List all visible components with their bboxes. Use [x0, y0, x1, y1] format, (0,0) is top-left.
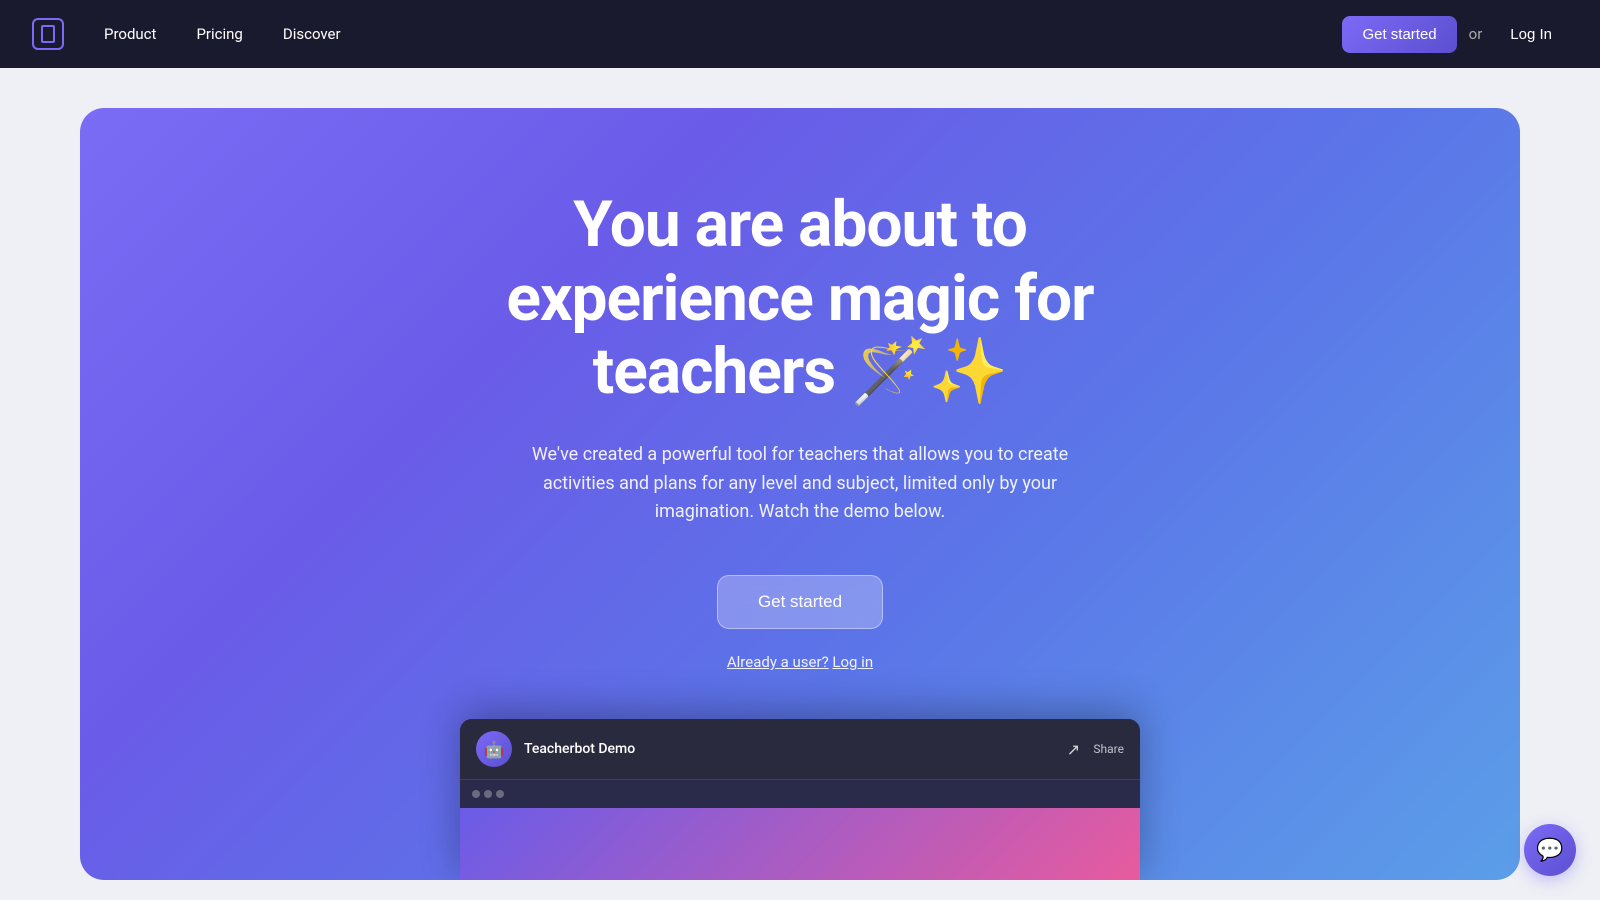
hero-login-link[interactable]: Log in — [832, 653, 873, 671]
share-label: Share — [1093, 742, 1124, 756]
hero-card: You are about to experience magic for te… — [80, 108, 1520, 880]
nav-or-label: or — [1469, 25, 1483, 43]
navbar-actions: Get started or Log In — [1342, 16, 1568, 53]
hero-get-started-button[interactable]: Get started — [717, 575, 883, 629]
video-avatar: 🤖 — [476, 731, 512, 767]
video-share-area: ↗ Share — [1061, 737, 1124, 761]
hero-wrapper: You are about to experience magic for te… — [0, 68, 1600, 880]
navbar-login-button[interactable]: Log In — [1494, 16, 1568, 53]
share-icon[interactable]: ↗ — [1061, 737, 1085, 761]
hero-subtitle: We've created a powerful tool for teache… — [520, 441, 1080, 527]
hero-title: You are about to experience magic for te… — [506, 188, 1093, 409]
nav-menu: Product Pricing Discover — [88, 17, 1342, 51]
video-header: 🤖 Teacherbot Demo ↗ Share — [460, 719, 1140, 780]
dot-3 — [496, 790, 504, 798]
video-preview-container: 🤖 Teacherbot Demo ↗ Share — [460, 719, 1140, 880]
already-user-text: Already a user? Log in — [727, 653, 873, 671]
chat-widget[interactable]: 💬 — [1524, 824, 1576, 876]
nav-item-pricing[interactable]: Pricing — [180, 17, 258, 51]
video-top-bar-dots — [472, 790, 504, 798]
video-top-bar — [460, 780, 1140, 808]
logo-icon[interactable] — [32, 18, 64, 50]
navbar: Product Pricing Discover Get started or … — [0, 0, 1600, 68]
navbar-get-started-button[interactable]: Get started — [1342, 16, 1456, 53]
dot-1 — [472, 790, 480, 798]
video-body — [460, 780, 1140, 880]
video-content-area — [460, 808, 1140, 880]
dot-2 — [484, 790, 492, 798]
nav-item-discover[interactable]: Discover — [267, 17, 357, 51]
chat-widget-icon: 💬 — [1536, 838, 1563, 863]
nav-item-product[interactable]: Product — [88, 17, 172, 51]
video-preview[interactable]: 🤖 Teacherbot Demo ↗ Share — [460, 719, 1140, 880]
video-title: Teacherbot Demo — [524, 741, 635, 757]
